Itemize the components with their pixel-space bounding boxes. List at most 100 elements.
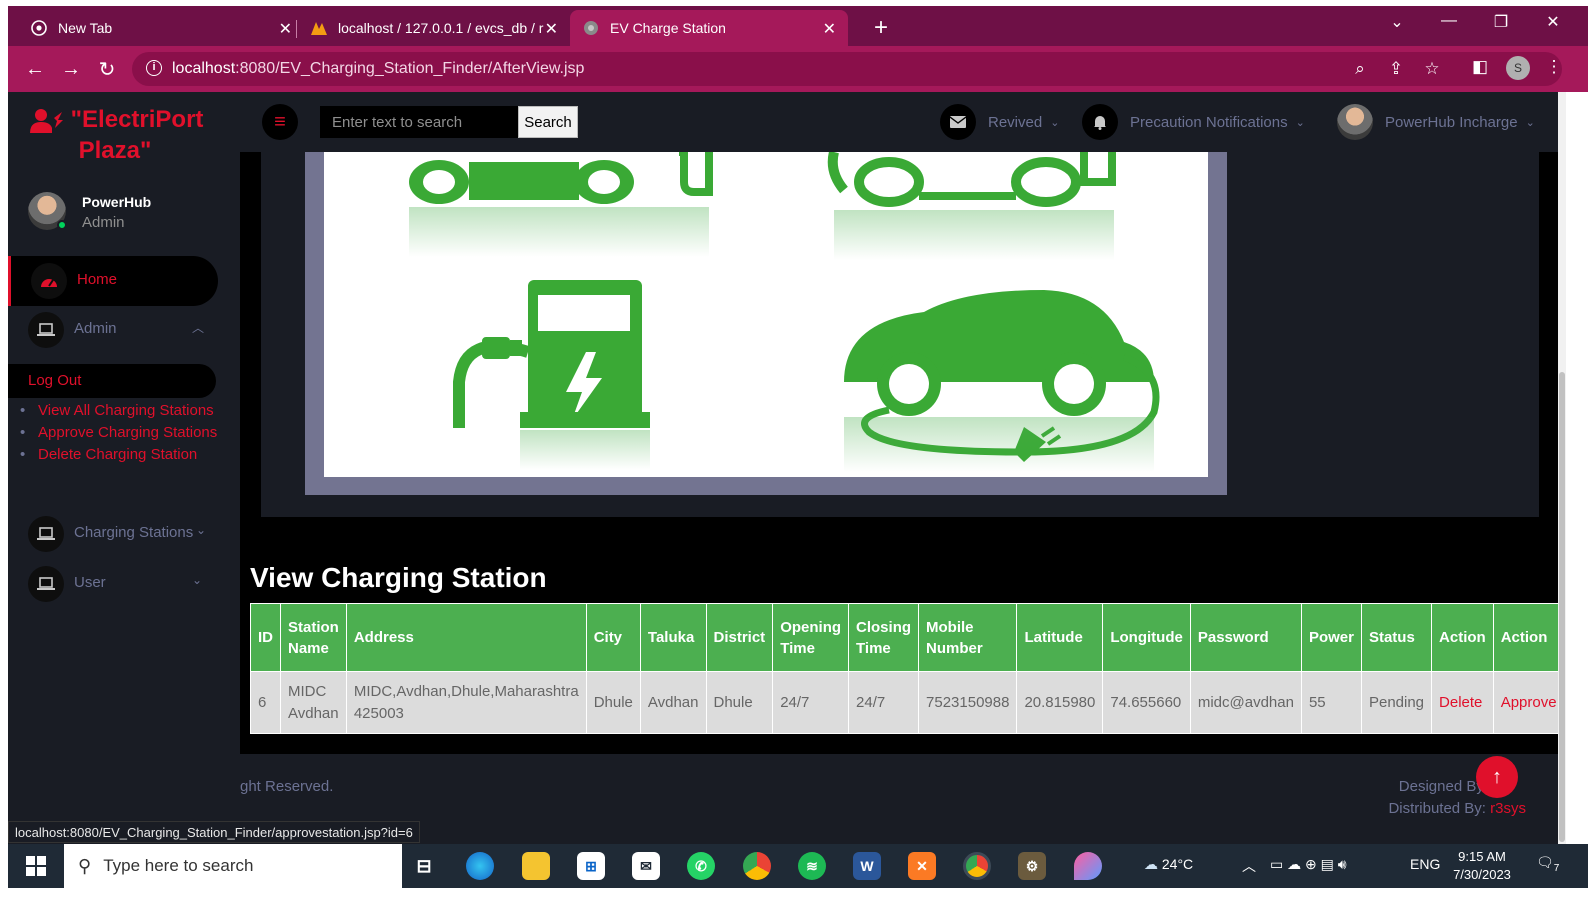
notification-center-icon[interactable]: 🗨︎7 [1536,854,1559,874]
back-icon[interactable]: ← [22,56,48,82]
close-tab-icon[interactable]: ✕ [279,19,292,39]
address-bar[interactable]: i localhost:8080/EV_Charging_Station_Fin… [132,52,1562,86]
edge-icon[interactable] [466,852,494,880]
bookmark-star-icon[interactable]: ☆ [1420,59,1444,79]
cell-address: MIDC,Avdhan,Dhule,Maharashtra 425003 [345,671,587,734]
cell-id: 6 [250,671,281,734]
profile-avatar[interactable]: S [1506,56,1530,80]
column-header-station-name: Station Name [280,603,347,672]
new-tab-button[interactable]: + [866,14,896,42]
tray-icons[interactable]: ▭ ☁ ⊕ ▤ 🔊︎ [1270,856,1347,873]
sidebar-item-charging-stations[interactable]: Charging Stations ⌄ [8,509,240,559]
cell-district: Dhule [705,671,774,734]
cell-city: Dhule [585,671,641,734]
menu-kebab-icon[interactable]: ⋮ [1542,57,1566,77]
column-header-id: ID [250,603,281,672]
laptop-icon [28,516,64,552]
hamburger-menu-icon[interactable]: ≡ [262,104,298,140]
minimize-icon[interactable]: — [1434,12,1464,30]
store-icon[interactable]: ⊞ [577,852,605,880]
cell-line: Avdhan [288,704,339,722]
chrome-profile-icon[interactable] [963,852,991,880]
submenu-delete-station[interactable]: Delete Charging Station [18,444,232,466]
close-window-icon[interactable]: ✕ [1538,12,1568,32]
restore-icon[interactable]: ❐ [1486,12,1516,32]
file-explorer-icon[interactable] [522,852,550,880]
spotify-icon[interactable]: ≋ [798,852,826,880]
clock-time: 9:15 AM [1458,849,1506,864]
clock[interactable]: 9:15 AM 7/30/2023 [1452,848,1512,884]
windows-start-icon[interactable] [26,856,46,876]
side-panel-icon[interactable]: ◧ [1468,57,1492,77]
taskbar-search[interactable]: ⚲ Type here to search [64,844,402,888]
sidebar-item-label: User [74,574,106,591]
distributor-link[interactable]: r3sys [1490,800,1526,817]
messages-dropdown[interactable]: Revived ⌄ [940,102,1059,142]
cell-line: 425003 [353,704,404,722]
browser-toolbar: ← → ↻ i localhost:8080/EV_Charging_Stati… [8,46,1588,92]
chevron-down-icon: ⌄ [1525,116,1535,129]
chevron-down-icon: ⌄ [1295,116,1305,129]
weather-temp: 24°C [1161,856,1194,872]
close-tab-icon[interactable]: ✕ [545,19,558,39]
paint-icon[interactable] [1074,852,1102,880]
share-icon[interactable]: ⇪ [1384,59,1408,79]
tab-search-icon[interactable]: ⌄ [1382,12,1412,32]
tab-new-tab[interactable]: New Tab ✕ [18,10,304,46]
avatar [28,192,67,230]
word-icon[interactable]: W [853,852,881,880]
sidebar-item-user[interactable]: User ⌄ [8,559,218,609]
tab-phpmyadmin[interactable]: localhost / 127.0.0.1 / evcs_db / r ✕ [298,10,570,46]
chrome-icon [30,19,48,37]
zoom-icon[interactable]: ⌕ [1348,59,1372,79]
cell-latitude: 20.815980 [1016,671,1104,734]
header-line: Time [856,639,891,657]
chrome-icon[interactable] [743,852,771,880]
online-status-dot [57,220,67,230]
sidebar-item-home[interactable]: Home [8,256,218,306]
sidebar: "ElectriPort Plaza" PowerHub Admin Home … [8,92,240,844]
submenu-approve-stations[interactable]: Approve Charging Stations [18,422,232,444]
header-line: ID [258,629,273,646]
user-dropdown[interactable]: PowerHub Incharge ⌄ [1337,102,1535,142]
logout-link[interactable]: Log Out [8,364,216,398]
submenu-view-all-stations[interactable]: View All Charging Stations [18,400,232,422]
language-indicator[interactable]: ENG [1410,856,1440,872]
header-line: Taluka [647,629,695,646]
weather-widget[interactable]: ☁ 24°C [1144,856,1193,873]
web-page: "ElectriPort Plaza" PowerHub Admin Home … [8,92,1566,844]
site-info-icon[interactable]: i [146,60,162,76]
header-line: Latitude [1024,629,1083,646]
cell-mobile-number: 7523150988 [918,671,1018,734]
windows-taskbar: ⚲ Type here to search ⊟ ⊞ ✉ ✆ ≋ W ✕ ⚙ ☁ … [8,844,1588,888]
user-name: PowerHub Incharge [1385,113,1518,131]
tab-ev-charge-station[interactable]: EV Charge Station ✕ [570,10,848,46]
delete-link[interactable]: Delete [1431,671,1494,734]
scroll-to-top-button[interactable]: ↑ [1476,756,1518,798]
page-scrollbar[interactable] [1558,92,1566,844]
cell-line: MIDC [288,682,327,700]
app-icon[interactable]: ⚙ [1018,852,1046,880]
approve-link[interactable]: Approve [1492,671,1565,734]
tab-title: EV Charge Station [610,20,726,36]
close-tab-icon[interactable]: ✕ [823,19,836,39]
phpmyadmin-icon [310,19,328,37]
scrollbar-thumb[interactable] [1559,372,1565,842]
task-view-icon[interactable]: ⊟ [410,852,438,880]
cell-status: Pending [1360,671,1433,734]
laptop-icon [28,566,64,602]
xampp-icon[interactable]: ✕ [908,852,936,880]
mail-icon[interactable]: ✉ [632,852,660,880]
profile-role: Admin [82,214,125,231]
whatsapp-icon[interactable]: ✆ [687,852,715,880]
notifications-dropdown[interactable]: Precaution Notifications ⌄ [1082,102,1305,142]
forward-icon[interactable]: → [58,56,84,82]
brand-line-2: Plaza" [78,137,152,164]
brand-logo[interactable]: "ElectriPort Plaza" [30,104,230,166]
reload-icon[interactable]: ↻ [94,56,120,82]
search-input[interactable] [320,106,518,138]
search-button[interactable]: Search [518,106,578,138]
header-line: Password [1197,629,1269,646]
tray-chevron-up-icon[interactable]: ︿ [1242,856,1256,876]
sidebar-item-admin[interactable]: Admin ︿ [8,305,218,355]
